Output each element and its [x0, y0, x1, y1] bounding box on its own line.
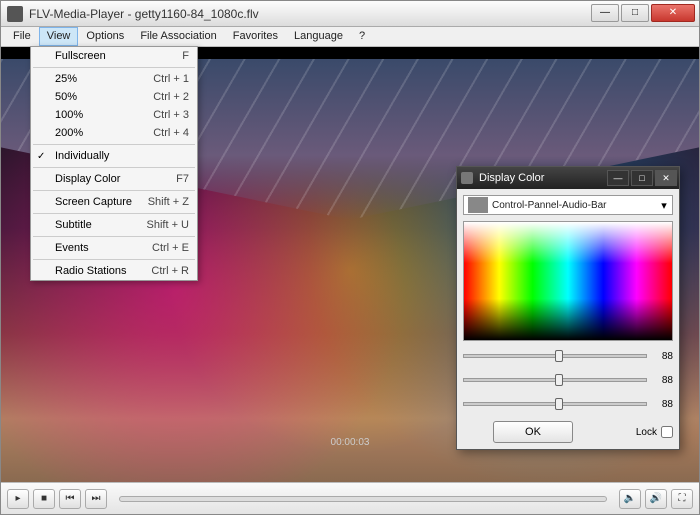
- color-slider-1: 88: [463, 371, 673, 389]
- menu-separator: [33, 144, 195, 145]
- menu-options[interactable]: Options: [78, 27, 132, 46]
- menu-item-label: Fullscreen: [55, 50, 106, 62]
- menu-item-shortcut: Ctrl + E: [152, 242, 189, 254]
- menu-separator: [33, 167, 195, 168]
- app-icon: [7, 6, 23, 22]
- slider-value: 88: [653, 351, 673, 362]
- dialog-body: Control-Pannel-Audio-Bar ▾ 88 88 88 OK Loc…: [457, 189, 679, 449]
- dialog-title: Display Color: [479, 172, 544, 184]
- menu-separator: [33, 213, 195, 214]
- ok-button[interactable]: OK: [493, 421, 573, 443]
- menu-view[interactable]: View: [39, 27, 79, 46]
- dialog-titlebar: Display Color — □ ✕: [457, 167, 679, 189]
- lock-label: Lock: [636, 427, 657, 438]
- menu-item-label: Display Color: [55, 173, 120, 185]
- menu-item-shortcut: Shift + Z: [148, 196, 189, 208]
- lock-checkbox[interactable]: Lock: [636, 426, 673, 438]
- control-bar: ▸ ■ ⏮ ⏭ 🔈 🔊 ⛶: [1, 482, 699, 514]
- menu-item-50-[interactable]: 50% Ctrl + 2: [31, 88, 197, 106]
- menu-item-shortcut: Ctrl + R: [151, 265, 189, 277]
- slider-value: 88: [653, 375, 673, 386]
- menu-item-shortcut: Ctrl + 2: [153, 91, 189, 103]
- menu-language[interactable]: Language: [286, 27, 351, 46]
- menu-item-label: Events: [55, 242, 89, 254]
- menu-item-label: 100%: [55, 109, 83, 121]
- slider-track[interactable]: [463, 354, 647, 358]
- dialog-minimize-button[interactable]: —: [607, 170, 629, 186]
- menu-separator: [33, 67, 195, 68]
- color-slider-0: 88: [463, 347, 673, 365]
- slider-thumb[interactable]: [555, 374, 563, 386]
- menu-item-display-color[interactable]: Display Color F7: [31, 170, 197, 188]
- menu-item-shortcut: F: [182, 50, 189, 62]
- menu-item-label: 25%: [55, 73, 77, 85]
- menu-item-individually[interactable]: Individually: [31, 147, 197, 165]
- prev-button[interactable]: ⏮: [59, 489, 81, 509]
- slider-track[interactable]: [463, 402, 647, 406]
- slider-value: 88: [653, 399, 673, 410]
- fullscreen-button[interactable]: ⛶: [671, 489, 693, 509]
- menu-item-subtitle[interactable]: Subtitle Shift + U: [31, 216, 197, 234]
- window-title: FLV-Media-Player - getty1160-84_1080c.fl…: [29, 7, 589, 21]
- menubar: FileViewOptionsFile AssociationFavorites…: [1, 27, 699, 47]
- slider-track[interactable]: [463, 378, 647, 382]
- menu-file[interactable]: File: [5, 27, 39, 46]
- menu-favorites[interactable]: Favorites: [225, 27, 286, 46]
- play-button[interactable]: ▸: [7, 489, 29, 509]
- slider-thumb[interactable]: [555, 350, 563, 362]
- seek-bar[interactable]: [119, 496, 607, 502]
- menu-item-screen-capture[interactable]: Screen Capture Shift + Z: [31, 193, 197, 211]
- menu-item-shortcut: Shift + U: [147, 219, 190, 231]
- menu-?[interactable]: ?: [351, 27, 373, 46]
- menu-item-label: Screen Capture: [55, 196, 132, 208]
- combo-swatch: [468, 197, 488, 213]
- dialog-footer: OK Lock: [463, 421, 673, 443]
- combo-value: Control-Pannel-Audio-Bar: [492, 200, 656, 211]
- menu-item-label: Radio Stations: [55, 265, 127, 277]
- color-slider-2: 88: [463, 395, 673, 413]
- volume-button[interactable]: 🔊: [645, 489, 667, 509]
- view-menu-dropdown: Fullscreen F 25% Ctrl + 1 50% Ctrl + 2 100% Ctr…: [30, 46, 198, 281]
- menu-item-label: 50%: [55, 91, 77, 103]
- display-color-dialog: Display Color — □ ✕ Control-Pannel-Audio…: [456, 166, 680, 450]
- menu-file-association[interactable]: File Association: [132, 27, 224, 46]
- window-buttons: — □ ✕: [589, 4, 695, 24]
- mute-button[interactable]: 🔈: [619, 489, 641, 509]
- menu-item-radio-stations[interactable]: Radio Stations Ctrl + R: [31, 262, 197, 280]
- menu-item-shortcut: Ctrl + 3: [153, 109, 189, 121]
- menu-item-events[interactable]: Events Ctrl + E: [31, 239, 197, 257]
- slider-thumb[interactable]: [555, 398, 563, 410]
- menu-separator: [33, 190, 195, 191]
- menu-item-25-[interactable]: 25% Ctrl + 1: [31, 70, 197, 88]
- next-button[interactable]: ⏭: [85, 489, 107, 509]
- menu-item-label: Individually: [55, 150, 109, 162]
- menu-item-100-[interactable]: 100% Ctrl + 3: [31, 106, 197, 124]
- menu-item-label: Subtitle: [55, 219, 92, 231]
- color-spectrum[interactable]: [463, 221, 673, 341]
- menu-item-shortcut: Ctrl + 4: [153, 127, 189, 139]
- menu-item-shortcut: Ctrl + 1: [153, 73, 189, 85]
- playback-time: 00:00:03: [331, 437, 370, 448]
- maximize-button[interactable]: □: [621, 4, 649, 22]
- stop-button[interactable]: ■: [33, 489, 55, 509]
- menu-item-200-[interactable]: 200% Ctrl + 4: [31, 124, 197, 142]
- chevron-down-icon[interactable]: ▾: [656, 199, 672, 212]
- lock-input[interactable]: [661, 426, 673, 438]
- dialog-close-button[interactable]: ✕: [655, 170, 677, 186]
- dialog-maximize-button[interactable]: □: [631, 170, 653, 186]
- menu-separator: [33, 236, 195, 237]
- menu-item-label: 200%: [55, 127, 83, 139]
- target-combo[interactable]: Control-Pannel-Audio-Bar ▾: [463, 195, 673, 215]
- menu-item-fullscreen[interactable]: Fullscreen F: [31, 47, 197, 65]
- titlebar: FLV-Media-Player - getty1160-84_1080c.fl…: [1, 1, 699, 27]
- minimize-button[interactable]: —: [591, 4, 619, 22]
- dialog-icon: [461, 172, 473, 184]
- menu-item-shortcut: F7: [176, 173, 189, 185]
- close-button[interactable]: ✕: [651, 4, 695, 22]
- menu-separator: [33, 259, 195, 260]
